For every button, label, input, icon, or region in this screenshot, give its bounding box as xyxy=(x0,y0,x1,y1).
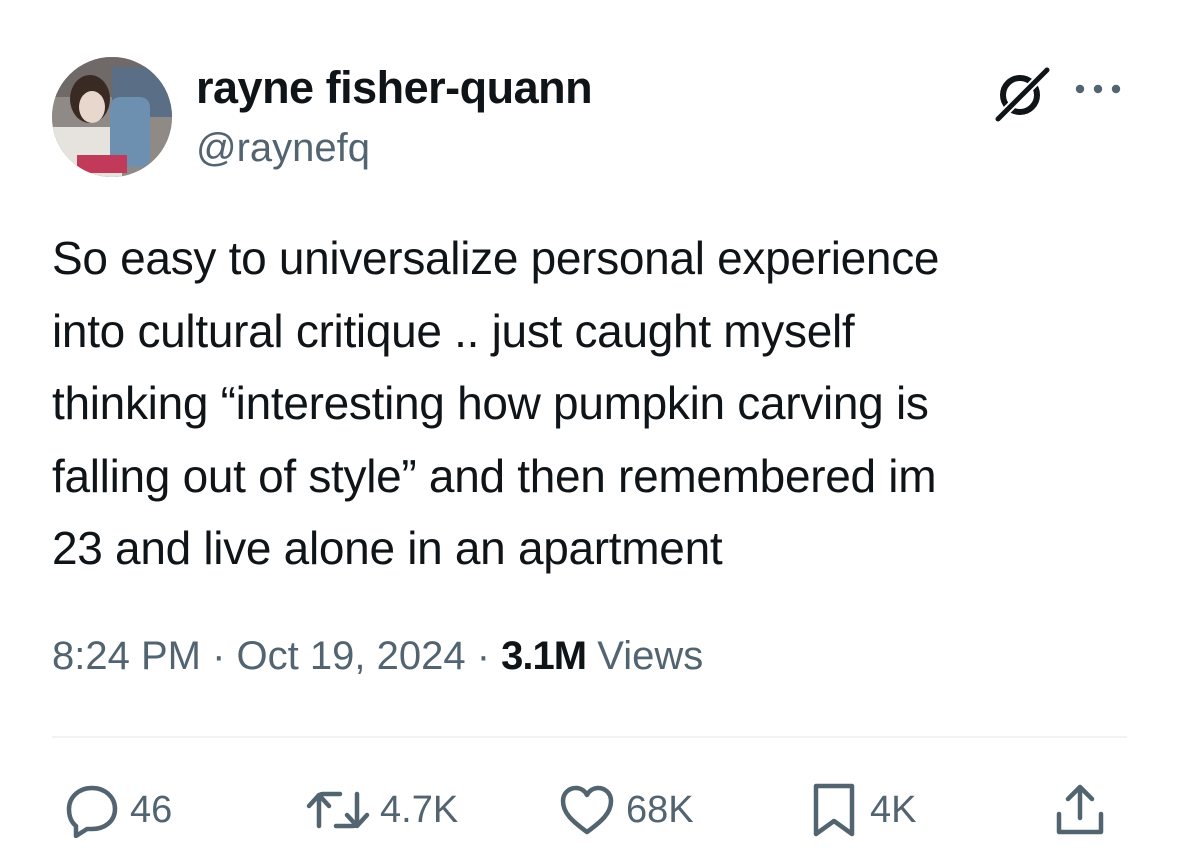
divider xyxy=(52,736,1127,738)
tweet-text-line: thinking “interesting how pumpkin carvin… xyxy=(52,377,929,429)
timestamp-time[interactable]: 8:24 PM xyxy=(52,634,201,678)
retweet-icon xyxy=(306,791,370,829)
bookmark-icon xyxy=(813,783,855,837)
reply-count: 46 xyxy=(130,788,173,831)
repost-button[interactable]: 4.7K xyxy=(306,780,458,840)
views-count: 3.1M xyxy=(501,634,587,678)
bookmark-button[interactable]: 4K xyxy=(808,780,916,840)
views-label: Views xyxy=(597,634,704,678)
repost-count: 4.7K xyxy=(380,788,459,831)
tweet-text-line: So easy to universalize personal experie… xyxy=(52,232,940,284)
display-name[interactable]: rayne fisher-quann xyxy=(196,62,593,114)
heart-icon xyxy=(560,785,614,835)
handle[interactable]: @raynefq xyxy=(196,124,370,172)
tweet-text-line: falling out of style” and then remembere… xyxy=(52,449,937,502)
more-icon[interactable] xyxy=(1072,78,1124,100)
tweet-text-line: 23 and live alone in an apartment xyxy=(52,522,723,574)
bookmark-count: 4K xyxy=(870,788,917,831)
meta-separator: · xyxy=(212,634,226,678)
tweet-text-line: into cultural critique .. just caught my… xyxy=(52,304,855,357)
tweet-card: rayne fisher-quann @raynefq So easy to u… xyxy=(0,0,1179,855)
avatar[interactable] xyxy=(52,57,172,177)
grok-icon[interactable] xyxy=(992,64,1051,123)
reply-button[interactable]: 46 xyxy=(64,780,172,840)
tweet-text: So easy to universalize personal experie… xyxy=(52,222,1132,585)
share-button[interactable] xyxy=(1052,780,1108,840)
meta-separator: · xyxy=(476,634,491,678)
share-icon xyxy=(1056,784,1104,835)
reply-icon xyxy=(66,785,118,838)
like-count: 68K xyxy=(626,788,694,831)
tweet-meta: 8:24 PM · Oct 19, 2024 · 3.1M Views xyxy=(52,628,703,684)
avatar-photo xyxy=(52,57,172,177)
timestamp-date[interactable]: Oct 19, 2024 xyxy=(237,634,466,678)
like-button[interactable]: 68K xyxy=(558,780,694,840)
